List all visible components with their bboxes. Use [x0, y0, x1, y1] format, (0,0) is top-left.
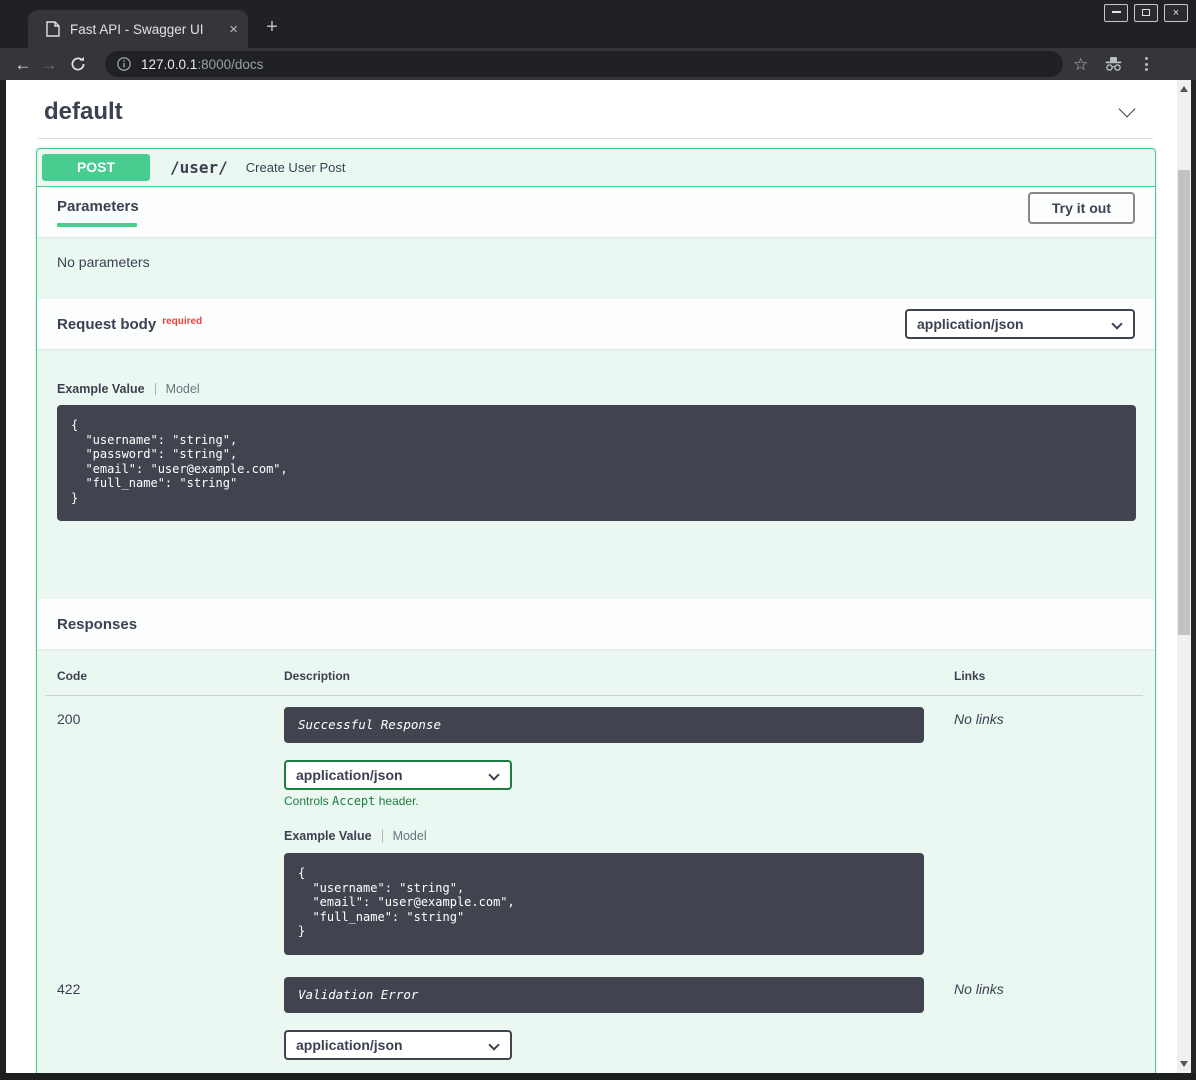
close-button[interactable]: ×	[1164, 4, 1188, 22]
method-badge: POST	[42, 154, 150, 181]
request-body-title: Request body required	[57, 316, 202, 333]
column-header-code: Code	[57, 669, 284, 695]
bookmark-star-icon[interactable]: ☆	[1073, 56, 1088, 73]
parameters-title: Parameters	[57, 198, 139, 227]
responses-table: Code Description Links 200 Successful Re…	[37, 649, 1155, 1073]
response-200-description: Successful Response	[284, 707, 924, 743]
toolbar-actions: ☆	[1073, 55, 1154, 73]
response-200-links: No links	[924, 696, 1135, 966]
column-header-links: Links	[924, 669, 1135, 695]
request-body-label: Request body	[57, 316, 156, 333]
operation-path: /user/	[170, 158, 228, 177]
note-suffix: header.	[375, 794, 418, 808]
response-code-422: 422	[57, 966, 284, 1074]
tab-title: Fast API - Swagger UI	[70, 22, 221, 37]
document-icon	[46, 21, 60, 37]
response-422-content-type-value: application/json	[296, 1037, 403, 1053]
swagger-ui: default POST /user/ Create User Post Par…	[6, 80, 1177, 1073]
response-422-description-cell: Validation Error application/json Exampl…	[284, 966, 924, 1074]
browser-toolbar: ← → 127.0.0.1:8000/docs ☆	[0, 48, 1196, 80]
scroll-down-arrow-icon[interactable]	[1180, 1061, 1188, 1067]
operation-summary-text: Create User Post	[246, 160, 346, 175]
operation-block: POST /user/ Create User Post Parameters …	[36, 148, 1156, 1073]
request-content-type-value: application/json	[917, 316, 1024, 332]
scrollbar-thumb[interactable]	[1178, 170, 1190, 635]
site-info-icon[interactable]	[117, 57, 131, 71]
response-200-example-code[interactable]: { "username": "string", "email": "user@e…	[284, 853, 924, 955]
chevron-down-icon[interactable]	[1119, 101, 1136, 118]
controls-accept-note: Controls Accept header.	[284, 794, 924, 808]
reload-icon[interactable]	[70, 56, 86, 72]
page-scrollbar[interactable]	[1177, 80, 1191, 1073]
browser-tab[interactable]: Fast API - Swagger UI ×	[28, 10, 248, 48]
window-edge-right	[1191, 80, 1196, 1080]
browser-window: Fast API - Swagger UI × + × ← → 127.0.0.…	[0, 0, 1196, 1080]
response-422-description: Validation Error	[284, 977, 924, 1013]
required-badge: required	[162, 316, 202, 327]
tab-strip: Fast API - Swagger UI × + ×	[0, 0, 1196, 48]
tab-model[interactable]: Model	[393, 829, 427, 843]
tag-title: default	[44, 98, 123, 126]
request-content-type-select[interactable]: application/json	[905, 309, 1135, 339]
note-accept: Accept	[332, 794, 375, 808]
maximize-button[interactable]	[1134, 4, 1158, 22]
back-icon[interactable]: ←	[10, 56, 36, 73]
forward-icon[interactable]: →	[36, 56, 62, 73]
response-200-content-type-select[interactable]: application/json	[284, 760, 512, 790]
minimize-button[interactable]	[1104, 4, 1128, 22]
response-422-links: No links	[924, 966, 1135, 1074]
select-chevron-icon	[488, 1039, 499, 1050]
tab-close-icon[interactable]: ×	[229, 22, 238, 37]
operation-summary[interactable]: POST /user/ Create User Post	[37, 149, 1155, 187]
try-it-out-button[interactable]: Try it out	[1028, 192, 1135, 224]
tab-example-value[interactable]: Example Value	[57, 382, 145, 396]
note-prefix: Controls	[284, 794, 332, 808]
request-body-header: Request body required application/json	[37, 299, 1155, 349]
response-200-content-type-value: application/json	[296, 767, 403, 783]
menu-kebab-icon[interactable]	[1139, 55, 1154, 73]
response-code-200: 200	[57, 696, 284, 966]
url-host: 127.0.0.1	[141, 57, 197, 72]
responses-header: Responses	[37, 599, 1155, 649]
tab-separator	[155, 383, 156, 395]
tag-section-header[interactable]: default	[38, 88, 1153, 139]
incognito-icon	[1104, 57, 1123, 72]
new-tab-button[interactable]: +	[260, 16, 284, 40]
responses-grid: Code Description Links 200 Successful Re…	[57, 669, 1135, 1073]
tab-separator	[382, 830, 383, 842]
page-viewport: default POST /user/ Create User Post Par…	[6, 80, 1177, 1073]
url-text: 127.0.0.1:8000/docs	[141, 57, 263, 72]
response-200-description-cell: Successful Response application/json Con…	[284, 696, 924, 966]
window-edge-bottom	[0, 1073, 1196, 1080]
request-body-area: Example Value Model { "username": "strin…	[37, 349, 1155, 599]
tab-model[interactable]: Model	[166, 382, 200, 396]
response-422-content-type-select[interactable]: application/json	[284, 1030, 512, 1060]
responses-title: Responses	[57, 616, 137, 633]
window-controls: ×	[1104, 4, 1188, 22]
request-example-tabs: Example Value Model	[57, 382, 1135, 396]
request-example-code[interactable]: { "username": "string", "password": "str…	[57, 405, 1136, 521]
response-200-example-tabs: Example Value Model	[284, 829, 924, 843]
address-bar[interactable]: 127.0.0.1:8000/docs	[105, 51, 1063, 77]
tab-example-value[interactable]: Example Value	[284, 829, 372, 843]
select-chevron-icon	[488, 769, 499, 780]
no-parameters-text: No parameters	[37, 237, 1155, 299]
parameters-header: Parameters Try it out	[37, 187, 1155, 237]
column-header-description: Description	[284, 669, 924, 695]
scroll-up-arrow-icon[interactable]	[1180, 86, 1188, 92]
select-chevron-icon	[1111, 318, 1122, 329]
url-path: :8000/docs	[197, 57, 263, 72]
